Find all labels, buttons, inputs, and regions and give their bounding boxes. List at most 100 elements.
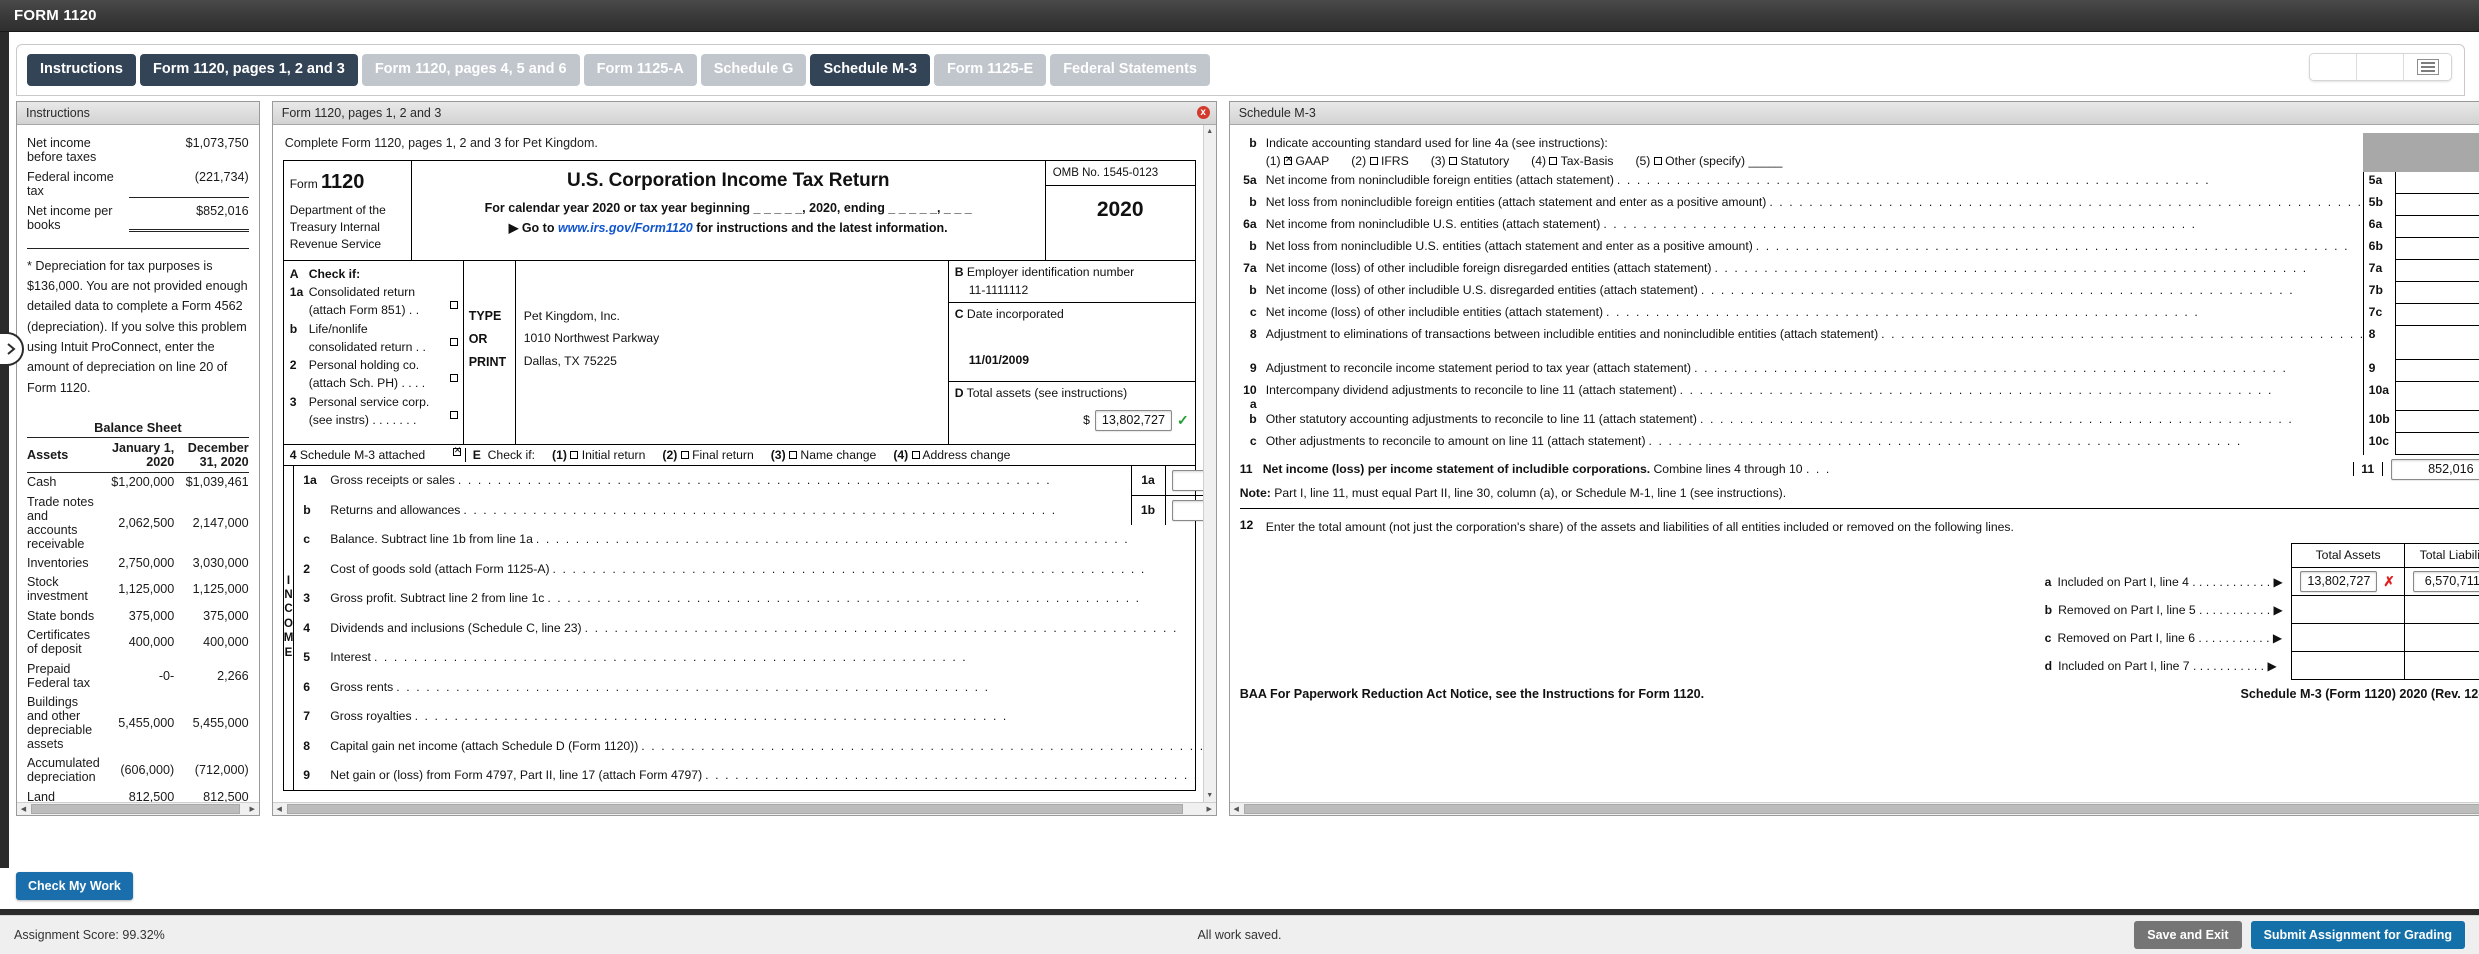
m3-12-total-assets-cell-input[interactable]: 13,802,727 <box>2300 571 2378 593</box>
form-number: 1120 <box>321 170 365 193</box>
line4-checkbox[interactable] <box>452 445 461 456</box>
tab-form-1120-pages-1-2-and-3[interactable]: Form 1120, pages 1, 2 and 3 <box>139 54 358 86</box>
m3-line-b-wrap: b Indicate accounting standard used for … <box>1240 132 2479 172</box>
m3-row-input[interactable] <box>2394 359 2479 382</box>
save-and-exit-button[interactable]: Save and Exit <box>2134 921 2242 949</box>
option-checkbox[interactable] <box>570 450 579 459</box>
m3-row-input[interactable] <box>2394 303 2479 326</box>
income-row-desc: 4 Dividends and inclusions (Schedule C, l… <box>294 613 1215 643</box>
row-begin-value: 2,062,500 <box>118 515 175 530</box>
form1120-hscrollbar[interactable]: ◀ ▶ <box>272 801 1216 815</box>
m3-row-input[interactable] <box>2394 381 2479 411</box>
hscroll-thumb[interactable] <box>31 803 241 814</box>
schedule-m3-hscrollbar[interactable]: ◀ ▶ <box>1229 801 2479 815</box>
m3-row-input[interactable] <box>2394 259 2479 282</box>
toolbar-button-1[interactable] <box>2310 54 2357 80</box>
tab-instructions[interactable]: Instructions <box>27 54 136 86</box>
menu-button[interactable] <box>2404 54 2451 80</box>
total-assets-input[interactable]: 13,802,727 <box>1094 409 1172 431</box>
item-checkbox[interactable] <box>449 337 458 346</box>
hscroll-track[interactable] <box>30 803 246 814</box>
m3-row-text: Adjustment to reconcile income statement… <box>1266 360 2363 382</box>
item-label-2: consolidated return . . <box>308 339 426 354</box>
accounting-standard-option[interactable]: (2) IFRS <box>1351 154 1408 168</box>
accounting-standard-option[interactable]: (1) GAAP <box>1266 154 1330 168</box>
scroll-up-icon[interactable]: ▲ <box>1204 125 1216 138</box>
m3-12-row-label: b Removed on Part I, line 5 . . . . . . .… <box>2045 596 2292 624</box>
scroll-down-icon[interactable]: ▼ <box>1204 789 1216 802</box>
scroll-left-icon[interactable]: ◀ <box>17 805 30 813</box>
option-checkbox[interactable] <box>1449 156 1457 165</box>
close-icon[interactable]: x <box>1196 106 1210 119</box>
m3-row-input[interactable] <box>2394 193 2479 216</box>
tab-schedule-m-3[interactable]: Schedule M-3 <box>810 54 930 86</box>
option-checkbox[interactable] <box>1653 156 1662 165</box>
option-checkbox[interactable] <box>911 450 920 459</box>
income-row: 8 Capital gain net income (attach Schedul… <box>294 731 1215 761</box>
m3-line-11-input[interactable]: 852,016 <box>2390 458 2479 480</box>
section-c-label: Date incorporated <box>966 306 1064 321</box>
summary-row: Net income before taxes $1,073,750 <box>27 133 249 167</box>
m3-row-input[interactable] <box>2394 281 2479 304</box>
hscroll-track-2[interactable] <box>286 803 1203 814</box>
income-row-desc: c Balance. Subtract line 1b from line 1a.… <box>294 525 1215 555</box>
m3-row-input[interactable] <box>2394 410 2479 433</box>
scroll-left-icon-2[interactable]: ◀ <box>273 805 286 813</box>
m3-row-label: Other statutory accounting adjustments t… <box>1265 411 1697 426</box>
option-checkbox[interactable] <box>789 450 798 459</box>
section-a-items: 1a Consolidated return (attach Form 851) .… <box>290 283 458 429</box>
section-e-option[interactable]: (2) Final return <box>662 448 753 462</box>
scroll-right-icon[interactable]: ▶ <box>246 805 259 813</box>
option-label: Tax-Basis <box>1560 153 1614 168</box>
table-row: Prepaid Federal tax -0- 2,266 <box>27 659 249 692</box>
scroll-left-icon-3[interactable]: ◀ <box>1230 805 1243 813</box>
option-label: GAAP <box>1295 153 1330 168</box>
check-work-bar: Check My Work <box>0 868 2479 912</box>
item-no: 3 <box>289 394 297 409</box>
option-checkbox[interactable] <box>1549 156 1558 165</box>
tab-schedule-g[interactable]: Schedule G <box>700 54 807 86</box>
income-rows: 1a Gross receipts or sales. . . . . . . .… <box>294 465 1216 791</box>
tab-form-1125-e[interactable]: Form 1125-E <box>933 54 1047 86</box>
item-checkbox[interactable] <box>449 374 458 383</box>
m3-12-total-liabilities-cell-input[interactable]: 6,570,711 <box>2412 571 2479 593</box>
m3-row-input[interactable] <box>2394 171 2479 194</box>
section-a: A Check if: 1a Consolidated return (attach… <box>284 260 464 444</box>
submit-assignment-button[interactable]: Submit Assignment for Grading <box>2250 921 2465 949</box>
scroll-right-icon-2[interactable]: ▶ <box>1203 805 1216 813</box>
accounting-standard-option[interactable]: (5) Other (specify) _____ <box>1635 154 1782 168</box>
chevron-right-icon <box>7 343 16 355</box>
item-checkbox[interactable] <box>449 411 458 420</box>
section-e-option[interactable]: (4) Address change <box>893 448 1010 462</box>
section-e-option[interactable]: (3) Name change <box>771 448 877 462</box>
m3-row-input[interactable] <box>2394 237 2479 260</box>
irs-form1120-link[interactable]: www.irs.gov/Form1120 <box>558 221 693 235</box>
m3-line-11-bold-text: Net income (loss) per income statement o… <box>1262 462 1651 476</box>
form1120-vscrollbar[interactable]: ▲ ▼ <box>1202 124 1216 802</box>
section-e-option[interactable]: (1) Initial return <box>552 448 645 462</box>
check-my-work-button[interactable]: Check My Work <box>16 872 133 900</box>
toolbar-button-2[interactable] <box>2357 54 2404 80</box>
tab-form-1120-pages-4-5-and-6[interactable]: Form 1120, pages 4, 5 and 6 <box>361 54 580 86</box>
instructions-panel-header: Instructions <box>17 101 259 125</box>
m3-row-input[interactable] <box>2394 432 2479 455</box>
hscroll-thumb-2[interactable] <box>286 803 1184 814</box>
income-row: 1a Gross receipts or sales. . . . . . . .… <box>294 465 1216 496</box>
option-checkbox[interactable] <box>680 450 689 459</box>
option-checkbox[interactable] <box>1283 154 1293 165</box>
accounting-standard-option[interactable]: (4) Tax-Basis <box>1531 154 1613 168</box>
m3-row-letter: 5a <box>1243 172 1257 187</box>
m3-row-input[interactable] <box>2394 215 2479 238</box>
hscroll-track-3[interactable] <box>1243 803 2479 814</box>
tab-form-1125-a[interactable]: Form 1125-A <box>583 54 697 86</box>
accounting-standard-option[interactable]: (3) Statutory <box>1431 154 1509 168</box>
item-checkbox[interactable] <box>449 301 458 310</box>
option-checkbox[interactable] <box>1369 156 1378 165</box>
section-a-letter: A <box>289 266 299 281</box>
tab-federal-statements[interactable]: Federal Statements <box>1050 54 1210 86</box>
hscroll-thumb-3[interactable] <box>1243 803 2479 814</box>
instructions-hscrollbar[interactable]: ◀ ▶ <box>17 801 259 815</box>
item-label-2: (attach Sch. PH) . . . . <box>308 376 426 391</box>
row-begin-value: 5,455,000 <box>118 715 175 730</box>
m3-row-input[interactable] <box>2394 325 2479 360</box>
